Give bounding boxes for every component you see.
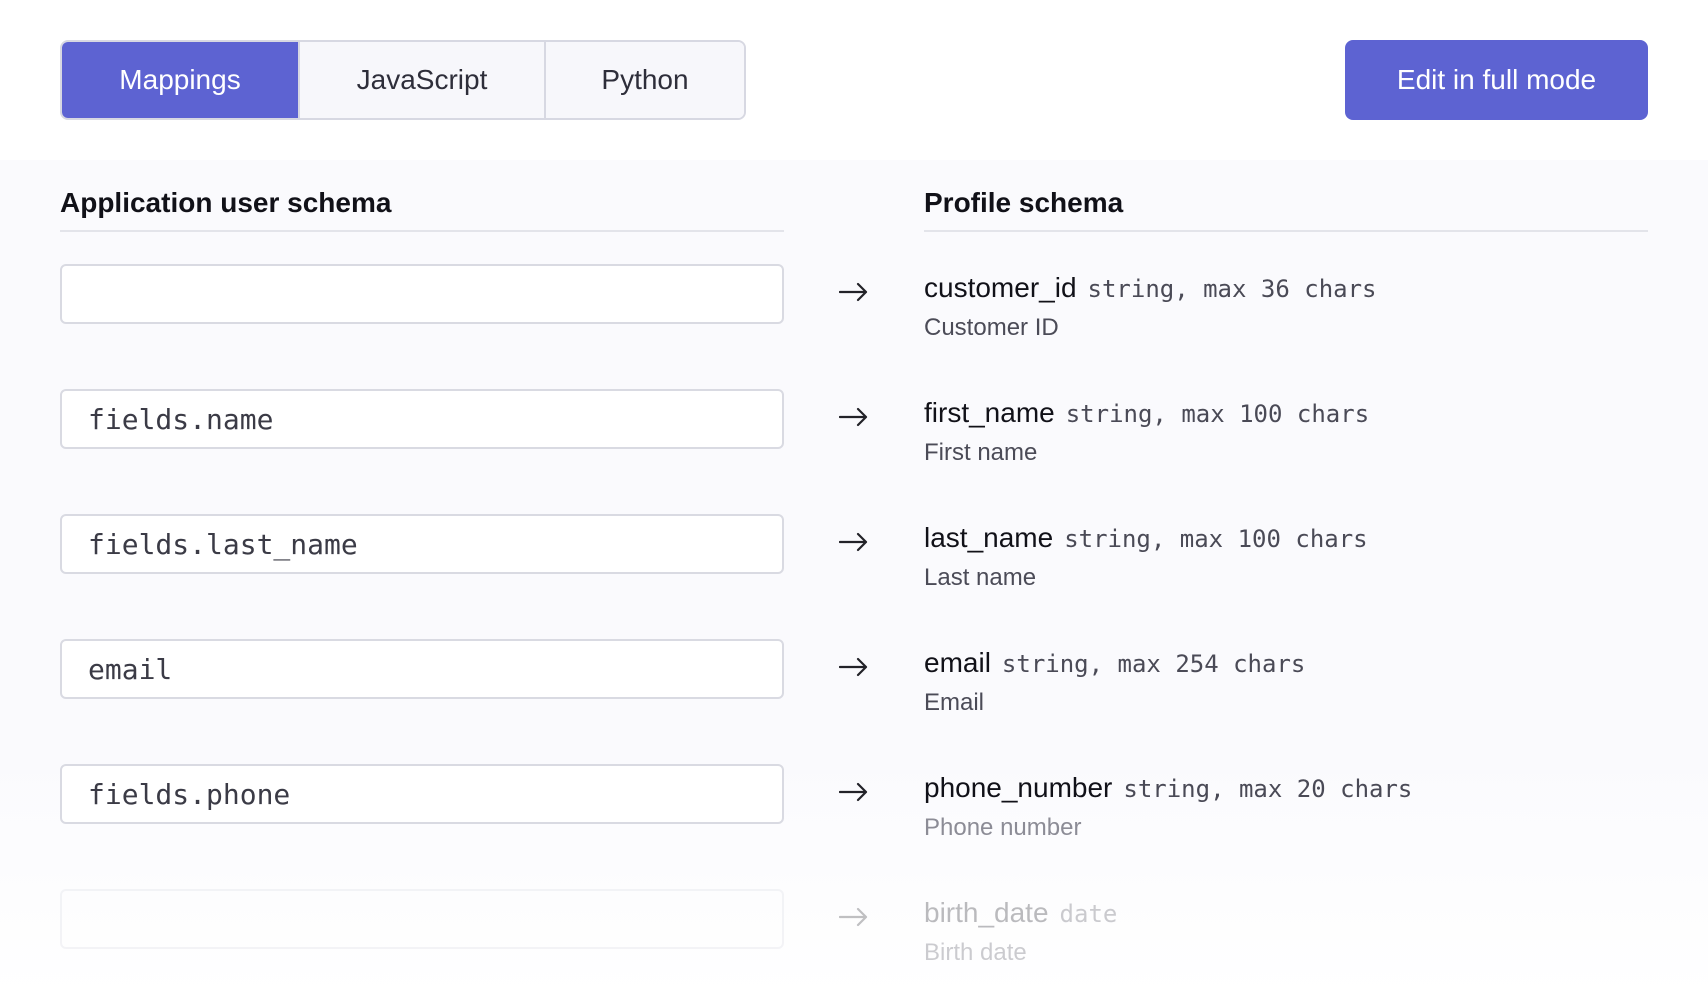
target-field-type: string, max 20 chars: [1123, 775, 1413, 803]
arrow-right-icon: [838, 522, 870, 562]
arrow-right-icon: [838, 647, 870, 687]
edit-in-full-mode-button[interactable]: Edit in full mode: [1345, 40, 1648, 120]
target-field-name: last_name: [924, 522, 1054, 553]
target-field-info: last_name string, max 100 chars Last nam…: [924, 522, 1368, 592]
target-field-label: First name: [924, 439, 1038, 466]
target-field-label: Birth date: [924, 939, 1027, 966]
target-field-type: string, max 100 chars: [1065, 400, 1370, 428]
source-field-input[interactable]: email: [60, 639, 784, 699]
target-field-label: Phone number: [924, 814, 1082, 841]
source-field-input[interactable]: fields.phone: [60, 764, 784, 824]
target-field-name: email: [924, 647, 991, 678]
target-field-name: customer_id: [924, 272, 1077, 303]
tab-group: Mappings JavaScript Python: [60, 40, 746, 120]
source-field-input[interactable]: fields.name: [60, 389, 784, 449]
left-header-divider: [60, 230, 784, 232]
arrow-right-icon: [838, 272, 870, 312]
arrow-right-icon: [838, 772, 870, 812]
arrow-right-icon: [838, 397, 870, 437]
tab-mappings[interactable]: Mappings: [62, 42, 298, 118]
mapping-row: customer_id string, max 36 chars Custome…: [0, 264, 1708, 389]
source-field-input[interactable]: [60, 264, 784, 324]
target-field-info: customer_id string, max 36 chars Custome…: [924, 272, 1377, 342]
target-field-info: email string, max 254 chars Email: [924, 647, 1305, 717]
target-field-info: birth_date date Birth date: [924, 897, 1117, 967]
target-field-label: Email: [924, 689, 985, 716]
tab-python[interactable]: Python: [544, 42, 744, 118]
target-field-label: Customer ID: [924, 314, 1059, 341]
application-user-schema-header: Application user schema: [60, 187, 392, 218]
right-header-divider: [924, 230, 1648, 232]
mapping-row: fields.name first_name string, max 100 c…: [0, 389, 1708, 514]
toolbar: Mappings JavaScript Python Edit in full …: [0, 0, 1708, 160]
mapping-row: fields.last_name last_name string, max 1…: [0, 514, 1708, 639]
target-field-type: string, max 100 chars: [1064, 525, 1368, 553]
target-field-name: phone_number: [924, 772, 1113, 803]
target-field-type: date: [1059, 900, 1118, 928]
mapping-row: email email string, max 254 chars Email: [0, 639, 1708, 764]
mapping-row: birth_date date Birth date: [0, 889, 1708, 998]
tab-javascript[interactable]: JavaScript: [298, 42, 544, 118]
target-field-label: Last name: [924, 564, 1037, 591]
mapping-panel: Mappings JavaScript Python Edit in full …: [0, 0, 1708, 998]
arrow-right-icon: [838, 897, 870, 937]
mapping-row: fields.phone phone_number string, max 20…: [0, 764, 1708, 889]
target-field-name: birth_date: [924, 897, 1049, 928]
target-field-type: string, max 36 chars: [1087, 275, 1377, 303]
target-field-type: string, max 254 chars: [1001, 650, 1306, 678]
source-field-input[interactable]: fields.last_name: [60, 514, 784, 574]
target-field-name: first_name: [924, 397, 1055, 428]
target-field-info: first_name string, max 100 chars First n…: [924, 397, 1369, 467]
profile-schema-header: Profile schema: [924, 187, 1124, 218]
target-field-info: phone_number string, max 20 chars Phone …: [924, 772, 1412, 842]
source-field-input[interactable]: [60, 889, 784, 949]
